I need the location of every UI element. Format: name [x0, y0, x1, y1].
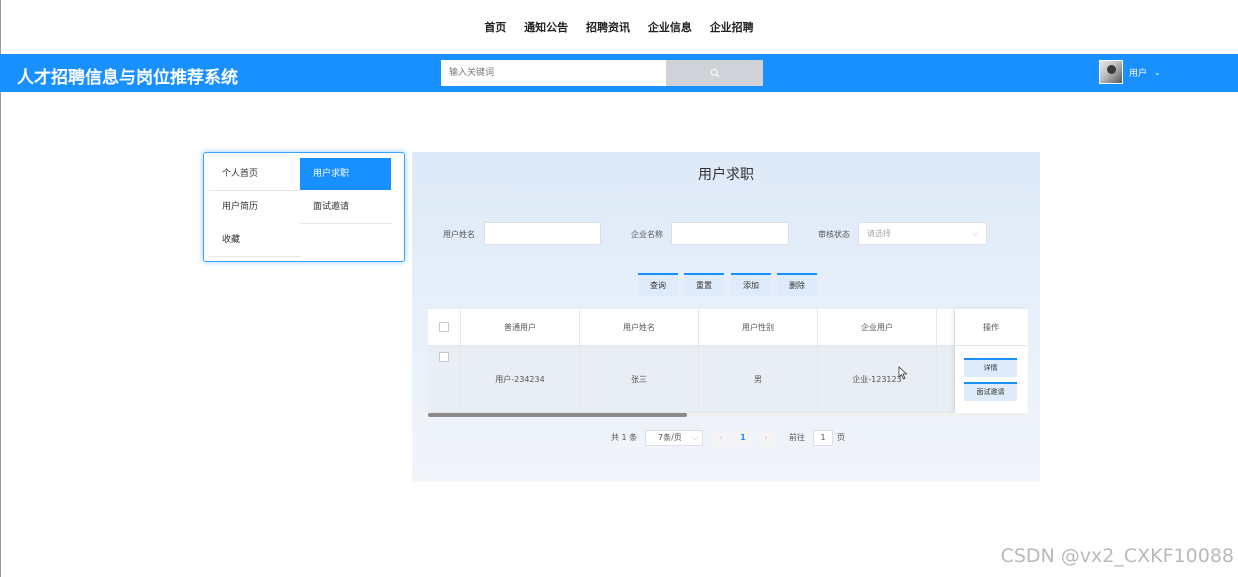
user-name-field[interactable] [484, 222, 601, 245]
page-suffix: 页 [837, 433, 845, 442]
page-size-select[interactable]: 7条/页 ⌵ [645, 430, 703, 446]
menu-item-job-apply[interactable]: 用户求职 [300, 158, 391, 190]
main-panel: 用户求职 用户姓名 企业名称 审核状态 请选择 ⌵ 查询 重置 添加 删除 普通… [412, 152, 1040, 482]
cell-user: 用户-234234 [461, 346, 580, 413]
column-header: 企业用户 [818, 309, 937, 346]
nav-company-recruit[interactable]: 企业招聘 [710, 19, 754, 35]
detail-button[interactable]: 详情 [964, 358, 1017, 377]
select-all-checkbox[interactable] [439, 322, 449, 332]
goto-label: 前往 [789, 433, 805, 442]
column-header: 普通用户 [461, 309, 580, 346]
column-header-extra [937, 309, 955, 346]
search-icon [710, 68, 719, 78]
status-label: 审核状态 [818, 230, 850, 239]
status-select[interactable]: 请选择 ⌵ [858, 222, 987, 245]
user-menu[interactable]: 用户 ⌄ [1099, 59, 1161, 85]
menu-divider [209, 256, 301, 257]
row-checkbox[interactable] [439, 352, 449, 362]
company-name-field[interactable] [671, 222, 789, 245]
menu-item-favorites[interactable]: 收藏 [209, 224, 301, 256]
data-table: 普通用户 用户姓名 用户性别 企业用户 用户-234234 张三 男 企业-12… [428, 309, 1028, 413]
user-name: 用户 [1129, 68, 1148, 79]
nav-recruit-news[interactable]: 招聘资讯 [586, 19, 630, 35]
table-header-checkbox-cell [428, 309, 461, 346]
menu-divider [300, 223, 392, 224]
chevron-down-icon: ⌄ [1154, 67, 1161, 77]
cell-extra [937, 346, 955, 413]
header-bar: 人才招聘信息与岗位推荐系统 用户 ⌄ [0, 54, 1238, 92]
avatar [1099, 60, 1123, 84]
site-title: 人才招聘信息与岗位推荐系统 [17, 68, 238, 88]
nav-company-info[interactable]: 企业信息 [648, 19, 692, 35]
company-name-label: 企业名称 [631, 230, 663, 239]
menu-item-home[interactable]: 个人首页 [209, 158, 301, 190]
next-page-icon[interactable]: › [757, 430, 775, 446]
page-title: 用户求职 [698, 167, 754, 183]
user-name-label: 用户姓名 [443, 230, 475, 239]
column-header: 用户姓名 [580, 309, 699, 346]
status-placeholder: 请选择 [867, 229, 891, 238]
nav-home[interactable]: 首页 [484, 19, 506, 35]
interview-invite-button[interactable]: 面试邀请 [964, 382, 1017, 401]
goto-page-input[interactable]: 1 [813, 430, 833, 446]
search-button[interactable] [666, 60, 763, 86]
top-nav: 首页 通知公告 招聘资讯 企业信息 企业招聘 [0, 19, 1238, 35]
reset-button[interactable]: 重置 [684, 273, 724, 296]
nav-notice[interactable]: 通知公告 [524, 19, 568, 35]
cell-company: 企业-123123 [818, 346, 937, 413]
cell-name: 张三 [580, 346, 699, 413]
search-submit-button[interactable]: 查询 [638, 273, 678, 296]
pagination: 共 1 条 7条/页 ⌵ ‹ 1 › 前往 1 页 [412, 430, 1040, 448]
menu-item-interview[interactable]: 面试邀请 [300, 191, 392, 223]
search-input[interactable] [441, 60, 666, 86]
column-header: 用户性别 [699, 309, 818, 346]
scrollbar-thumb[interactable] [428, 413, 687, 417]
pagination-total: 共 1 条 [611, 433, 638, 442]
watermark: CSDN @vx2_CXKF10088 [1000, 545, 1234, 567]
cell-gender: 男 [699, 346, 818, 413]
chevron-down-icon: ⌵ [691, 433, 698, 442]
operation-column: 操作 详情 面试邀请 [955, 309, 1027, 413]
menu-item-resume[interactable]: 用户简历 [209, 191, 301, 223]
prev-page-icon[interactable]: ‹ [712, 430, 730, 446]
delete-button[interactable]: 删除 [777, 273, 817, 296]
page-size-value: 7条/页 [658, 433, 682, 442]
side-menu: 个人首页 用户求职 用户简历 面试邀请 收藏 [203, 152, 405, 262]
mouse-cursor-icon [898, 366, 908, 380]
row-checkbox-cell [428, 346, 461, 413]
horizontal-scrollbar[interactable] [428, 413, 1028, 417]
column-header-operation: 操作 [955, 309, 1027, 346]
chevron-down-icon: ⌵ [971, 229, 978, 238]
page-number[interactable]: 1 [734, 430, 752, 446]
add-button[interactable]: 添加 [731, 273, 771, 296]
